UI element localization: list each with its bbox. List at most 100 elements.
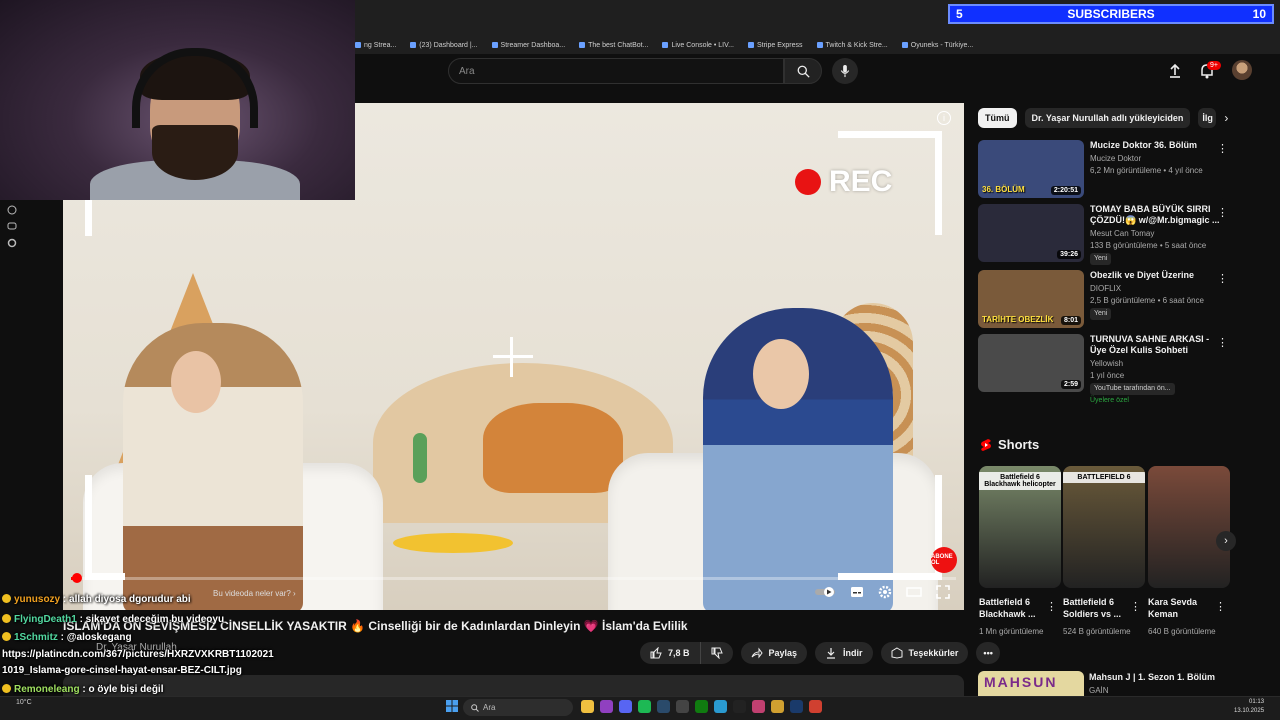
app-icon[interactable] bbox=[752, 700, 765, 713]
next-card-thumbnail[interactable]: MAHSUN bbox=[978, 671, 1084, 696]
short-title[interactable]: Battlefield 6 Blackhawk ... bbox=[979, 596, 1049, 620]
photoshop-icon[interactable] bbox=[790, 700, 803, 713]
download-label: İndir bbox=[843, 648, 863, 658]
recommendation-title[interactable]: TOMAY BABA BÜYÜK SIRRI ÇÖZDÜ!😱 w/@Mr.big… bbox=[1090, 204, 1220, 226]
account-avatar[interactable] bbox=[1232, 60, 1252, 80]
xbox-icon[interactable] bbox=[695, 700, 708, 713]
search-button[interactable] bbox=[784, 58, 822, 84]
system-clock[interactable]: 01:13 13.10.2025 bbox=[1234, 698, 1264, 716]
discord-icon[interactable] bbox=[619, 700, 632, 713]
recommendation-tag: Yeni bbox=[1090, 308, 1112, 320]
next-card-title[interactable]: Mahsun J | 1. Sezon 1. Bölüm bbox=[1089, 672, 1215, 682]
bookmark-item[interactable]: Twitch & Kick Stre... bbox=[816, 42, 888, 49]
clock-icon[interactable] bbox=[7, 205, 17, 215]
more-vertical-icon[interactable]: ⋮ bbox=[1217, 142, 1228, 155]
weather-widget[interactable]: 10°C bbox=[16, 699, 32, 706]
bookmark-favicon-icon bbox=[491, 42, 498, 48]
coffee-table bbox=[393, 533, 513, 553]
recommendation-channel[interactable]: Mucize Doktor bbox=[1090, 153, 1220, 165]
fullscreen-icon[interactable] bbox=[936, 585, 950, 599]
recommendation-title[interactable]: Mucize Doktor 36. Bölüm bbox=[1090, 140, 1220, 151]
browser-icon[interactable] bbox=[600, 700, 613, 713]
chip-related[interactable]: İlg bbox=[1198, 108, 1217, 128]
chat-username[interactable]: 1Schmitz bbox=[14, 632, 58, 643]
chevron-right-icon[interactable]: › bbox=[1224, 111, 1228, 125]
chrome-icon[interactable] bbox=[809, 700, 822, 713]
recommendation-title[interactable]: TURNUVA SAHNE ARKASI - Üye Özel Kulis So… bbox=[1090, 334, 1220, 356]
settings-gear-icon[interactable] bbox=[7, 238, 17, 248]
recommendation-thumbnail[interactable]: 2:59 bbox=[978, 334, 1084, 392]
theater-mode-icon[interactable] bbox=[906, 586, 922, 598]
thanks-button[interactable]: Teşekkürler bbox=[880, 642, 969, 664]
short-title[interactable]: Kara Sevda Keman bbox=[1148, 596, 1218, 620]
subtitles-icon[interactable] bbox=[850, 586, 864, 598]
recommendation-thumbnail[interactable]: 36. BÖLÜM 2:20:51 bbox=[978, 140, 1084, 198]
terminal-icon[interactable] bbox=[676, 700, 689, 713]
chat-username[interactable]: yunusozy bbox=[14, 594, 60, 605]
recommendation-card[interactable]: TARİHTE OBEZLİK 8:01 Obezlik ve Diyet Üzer… bbox=[978, 270, 1228, 330]
recommendation-card[interactable]: 2:59 TURNUVA SAHNE ARKASI - Üye Özel Kuli… bbox=[978, 334, 1228, 404]
short-thumbnail[interactable] bbox=[1148, 466, 1230, 588]
bookmark-item[interactable]: ng Strea... bbox=[355, 42, 396, 49]
edge-icon[interactable] bbox=[714, 700, 727, 713]
more-vertical-icon[interactable]: ⋮ bbox=[1217, 272, 1228, 285]
share-button[interactable]: Paylaş bbox=[740, 642, 808, 664]
upload-icon[interactable] bbox=[1166, 62, 1184, 80]
more-vertical-icon[interactable]: ⋮ bbox=[1217, 336, 1228, 349]
voice-search-button[interactable] bbox=[832, 58, 858, 84]
streamer-beard bbox=[152, 125, 238, 180]
taskbar-search[interactable]: Ara bbox=[463, 699, 573, 716]
chat-message: FlyingDeath1 : sikayet edeceğim bu video… bbox=[2, 614, 224, 625]
video-duration: 39:26 bbox=[1057, 250, 1081, 259]
bookmark-item[interactable]: Stripe Express bbox=[747, 42, 803, 49]
more-vertical-icon[interactable]: ⋮ bbox=[1215, 600, 1226, 613]
dislike-button[interactable] bbox=[699, 642, 733, 664]
file-explorer-icon[interactable] bbox=[581, 700, 594, 713]
bookmark-label: ng Strea... bbox=[364, 41, 397, 49]
chat-bubble-icon[interactable] bbox=[7, 222, 17, 232]
recommendation-channel[interactable]: Yellowish bbox=[1090, 358, 1220, 370]
recommendation-card[interactable]: 36. BÖLÜM 2:20:51 Mucize Doktor 36. Bölüm M… bbox=[978, 140, 1228, 200]
steam-icon[interactable] bbox=[657, 700, 670, 713]
short-thumbnail[interactable]: BATTLEFIELD 6 bbox=[1063, 466, 1145, 588]
settings-icon[interactable] bbox=[878, 585, 892, 599]
recommendation-card[interactable]: 39:26 TOMAY BABA BÜYÜK SIRRI ÇÖZDÜ!😱 w/@M… bbox=[978, 204, 1228, 265]
spotify-icon[interactable] bbox=[638, 700, 651, 713]
subscribe-badge[interactable]: ABONE OL bbox=[931, 547, 957, 573]
info-icon[interactable]: i bbox=[937, 111, 951, 125]
video-progress-bar[interactable] bbox=[71, 573, 956, 583]
recommendation-thumbnail[interactable]: TARİHTE OBEZLİK 8:01 bbox=[978, 270, 1084, 328]
search-input[interactable]: Ara bbox=[448, 58, 784, 84]
like-button[interactable]: 7,8 B bbox=[640, 642, 700, 664]
recommendation-thumbnail[interactable]: 39:26 bbox=[978, 204, 1084, 262]
bookmark-item[interactable]: Oyuneks - Türkiye... bbox=[901, 42, 973, 49]
more-actions-button[interactable]: ••• bbox=[976, 642, 1000, 664]
short-thumbnail[interactable]: Battlefield 6 Blackhawk helicopter bbox=[979, 466, 1061, 588]
shorts-next-button[interactable]: › bbox=[1216, 531, 1236, 551]
next-card-channel[interactable]: GAİN bbox=[1089, 686, 1109, 695]
more-vertical-icon[interactable]: ⋮ bbox=[1217, 206, 1228, 219]
windows-start-icon[interactable] bbox=[446, 700, 458, 712]
chip-all[interactable]: Tümü bbox=[978, 108, 1017, 128]
chapter-link[interactable]: Bu videoda neler var? › bbox=[213, 589, 296, 598]
download-button[interactable]: İndir bbox=[815, 642, 873, 664]
rec-frame-corner-bottom-right bbox=[838, 475, 942, 580]
chat-username[interactable]: Remoneleang bbox=[14, 684, 80, 695]
recommendation-channel[interactable]: DIOFLIX bbox=[1090, 283, 1220, 295]
more-vertical-icon[interactable]: ⋮ bbox=[1046, 600, 1057, 613]
chip-uploader[interactable]: Dr. Yaşar Nurullah adlı yükleyiciden bbox=[1024, 108, 1191, 128]
more-vertical-icon[interactable]: ⋮ bbox=[1130, 600, 1141, 613]
recommendation-channel[interactable]: Mesut Can Tomay bbox=[1090, 228, 1220, 240]
chat-username[interactable]: FlyingDeath1 bbox=[14, 614, 77, 625]
files-icon[interactable] bbox=[771, 700, 784, 713]
bookmark-item[interactable]: (23) Dashboard |... bbox=[410, 42, 478, 49]
short-title[interactable]: Battlefield 6 Soldiers vs ... bbox=[1063, 596, 1133, 620]
bookmark-item[interactable]: Streamer Dashboa... bbox=[491, 42, 565, 49]
recommendation-title[interactable]: Obezlik ve Diyet Üzerine bbox=[1090, 270, 1220, 281]
video-progress-knob[interactable] bbox=[72, 573, 83, 583]
bookmark-item[interactable]: Live Console • LIV... bbox=[662, 42, 734, 49]
autoplay-toggle-icon[interactable] bbox=[814, 586, 836, 598]
bookmark-item[interactable]: The best ChatBot... bbox=[579, 42, 648, 49]
chat-message: https://platincdn.com/367/pictures/HXRZV… bbox=[2, 649, 274, 660]
obs-icon[interactable] bbox=[733, 700, 746, 713]
